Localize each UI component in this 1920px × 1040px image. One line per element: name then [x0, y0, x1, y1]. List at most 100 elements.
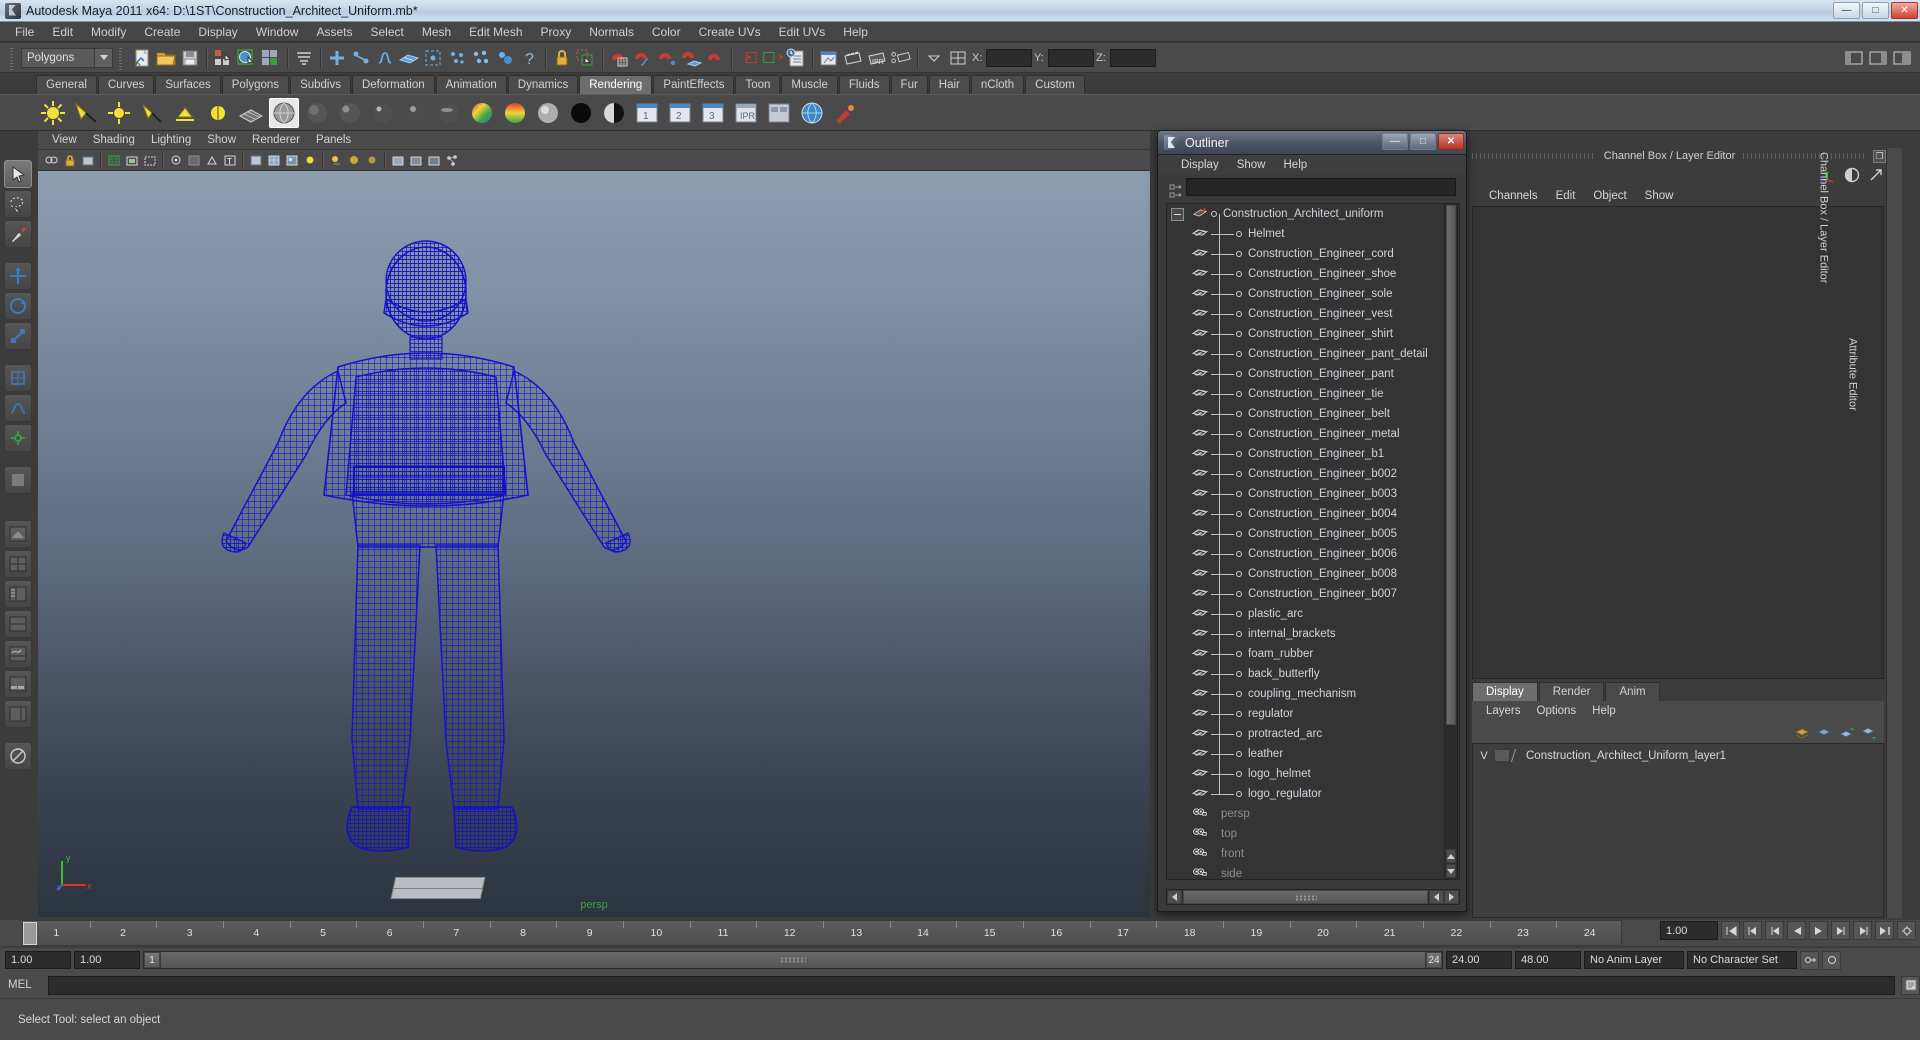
outliner-row[interactable]: Construction_Engineer_b003 — [1167, 484, 1443, 504]
lock-camera-icon[interactable] — [61, 152, 78, 169]
menu-item-edit[interactable]: Edit — [43, 23, 82, 41]
help-line-toggle-icon[interactable] — [4, 742, 32, 770]
outliner-row[interactable]: Construction_Engineer_b007 — [1167, 584, 1443, 604]
viewport-menu-view[interactable]: View — [44, 133, 85, 147]
mask-deformation-icon[interactable] — [422, 46, 444, 70]
new-layer-from-selected-icon[interactable] — [1816, 725, 1832, 739]
panel-drag-handle-2[interactable] — [1743, 153, 1867, 159]
select-tool-icon[interactable] — [4, 160, 32, 188]
text-hud-icon[interactable]: T — [221, 152, 238, 169]
use-background-icon[interactable] — [566, 98, 596, 128]
scroll-down-icon[interactable] — [1446, 864, 1456, 878]
range-start-field[interactable]: 1.00 — [5, 951, 71, 969]
open-scene-icon[interactable] — [155, 46, 177, 70]
layer-color-swatch[interactable] — [1494, 749, 1510, 762]
range-bar[interactable] — [161, 952, 1425, 968]
range-left-handle[interactable]: 1 — [144, 952, 160, 968]
layer-playback-toggle[interactable] — [1510, 749, 1526, 762]
input-connections-icon[interactable] — [737, 46, 759, 70]
shelf-tab-toon[interactable]: Toon — [735, 75, 781, 94]
gamma-icon[interactable] — [407, 152, 424, 169]
layer-tab-display[interactable]: Display — [1472, 682, 1538, 701]
viewport-3d-canvas[interactable]: y x z persp — [38, 171, 1150, 917]
spot-light-icon[interactable] — [137, 98, 167, 128]
select-by-object-type-icon[interactable] — [236, 46, 258, 70]
directional-light-icon[interactable] — [71, 98, 101, 128]
auto-key-icon[interactable] — [1800, 950, 1819, 970]
mask-vertex-icon[interactable] — [326, 46, 348, 70]
ao-icon[interactable] — [345, 152, 362, 169]
snap-to-view-plane-icon[interactable] — [704, 46, 726, 70]
mask-edge-icon[interactable] — [350, 46, 372, 70]
shelf-tab-subdivs[interactable]: Subdivs — [290, 75, 351, 94]
panel-drag-handle[interactable] — [1472, 153, 1596, 159]
viewport-menu-panels[interactable]: Panels — [308, 133, 359, 147]
anim-layer-field[interactable]: No Anim Layer — [1584, 951, 1684, 969]
shelf-tab-polygons[interactable]: Polygons — [221, 75, 290, 94]
show-hide-channel-box-icon[interactable] — [1891, 46, 1913, 70]
camera-attributes-icon[interactable] — [79, 152, 96, 169]
snap-to-curve-icon[interactable] — [632, 46, 654, 70]
anisotropic-material-icon[interactable] — [434, 98, 464, 128]
animation-prefs-icon[interactable] — [1822, 950, 1841, 970]
mask-dynamic-icon[interactable] — [446, 46, 468, 70]
wireframe-on-shaded-icon[interactable] — [265, 152, 282, 169]
component-mask-icon[interactable] — [293, 46, 315, 70]
layer-tab-anim[interactable]: Anim — [1605, 682, 1660, 701]
isolate-select-icon[interactable] — [167, 152, 184, 169]
playback-start-field[interactable]: 1.00 — [74, 951, 140, 969]
outliner-row[interactable]: Construction_Engineer_shoe — [1167, 264, 1443, 284]
menu-item-file[interactable]: File — [6, 23, 43, 41]
outliner-row-camera[interactable]: top — [1167, 824, 1443, 844]
hypershade-persp-layout-icon[interactable] — [4, 610, 32, 638]
shading-map-icon[interactable] — [599, 98, 629, 128]
ambient-light-icon[interactable] — [38, 98, 68, 128]
outliner-close-button[interactable]: ✕ — [1438, 133, 1464, 150]
outliner-row[interactable]: back_butterfly — [1167, 664, 1443, 684]
outliner-persp-layout-icon[interactable] — [4, 580, 32, 608]
arrow-up-right-icon[interactable] — [1868, 167, 1884, 183]
textured-icon[interactable] — [283, 152, 300, 169]
outliner-row-root[interactable]: Construction_Architect_uniform — [1167, 204, 1443, 224]
channel-box-menu-show[interactable]: Show — [1636, 189, 1683, 203]
layer-menu-layers[interactable]: Layers — [1478, 704, 1529, 718]
select-by-hierarchy-icon[interactable] — [212, 46, 234, 70]
scroll-up-icon[interactable] — [1446, 849, 1456, 863]
render-sequence-icon[interactable]: 2 — [665, 98, 695, 128]
paint-effects-brush-icon[interactable] — [830, 98, 860, 128]
outliner-row[interactable]: foam_rubber — [1167, 644, 1443, 664]
show-hide-attribute-editor-icon[interactable] — [1867, 46, 1889, 70]
soft-select-icon[interactable] — [4, 394, 32, 422]
outliner-scroll-thumb[interactable] — [1446, 205, 1456, 725]
shelf-tab-muscle[interactable]: Muscle — [781, 75, 838, 94]
layer-visibility-toggle[interactable]: V — [1477, 750, 1491, 762]
time-slider[interactable]: 1 2 3 4 5 6 7 8 9 10 11 12 13 14 15 16 17 18 19 20 21 22 23 24 … — [0, 920, 1920, 946]
outliner-horizontal-scrollbar[interactable] — [1166, 889, 1460, 905]
toolbar-grip-icon[interactable] — [117, 45, 126, 70]
shelf-tab-painteffects[interactable]: PaintEffects — [653, 75, 735, 94]
menu-item-edit-uvs[interactable]: Edit UVs — [770, 23, 835, 41]
character-set-field[interactable]: No Character Set — [1687, 951, 1797, 969]
menu-item-edit-mesh[interactable]: Edit Mesh — [460, 23, 531, 41]
channel-box-menu-channels[interactable]: Channels — [1480, 189, 1547, 203]
viewport-menu-shading[interactable]: Shading — [85, 133, 143, 147]
mel-command-input[interactable] — [48, 975, 1895, 995]
outliner-row[interactable]: Construction_Engineer_b006 — [1167, 544, 1443, 564]
last-tool-icon[interactable] — [4, 466, 32, 494]
persp-outliner-side-layout-icon[interactable] — [4, 700, 32, 728]
snap-to-grid-icon[interactable] — [608, 46, 630, 70]
lambert-material-icon[interactable] — [302, 98, 332, 128]
menu-item-window[interactable]: Window — [247, 23, 308, 41]
menu-item-proxy[interactable]: Proxy — [532, 23, 581, 41]
hypershade-icon[interactable] — [764, 98, 794, 128]
mask-rendering-icon[interactable] — [470, 46, 492, 70]
viewport-menu-lighting[interactable]: Lighting — [143, 133, 199, 147]
outliner-row[interactable]: protracted_arc — [1167, 724, 1443, 744]
toolbar-grip-icon[interactable] — [8, 45, 17, 70]
script-editor-icon[interactable] — [1901, 975, 1920, 995]
outliner-row[interactable]: internal_brackets — [1167, 624, 1443, 644]
phonge-material-icon[interactable] — [401, 98, 431, 128]
play-forwards-button[interactable] — [1809, 921, 1828, 940]
range-right-handle[interactable]: 24 — [1426, 952, 1442, 968]
menu-item-help[interactable]: Help — [834, 23, 877, 41]
